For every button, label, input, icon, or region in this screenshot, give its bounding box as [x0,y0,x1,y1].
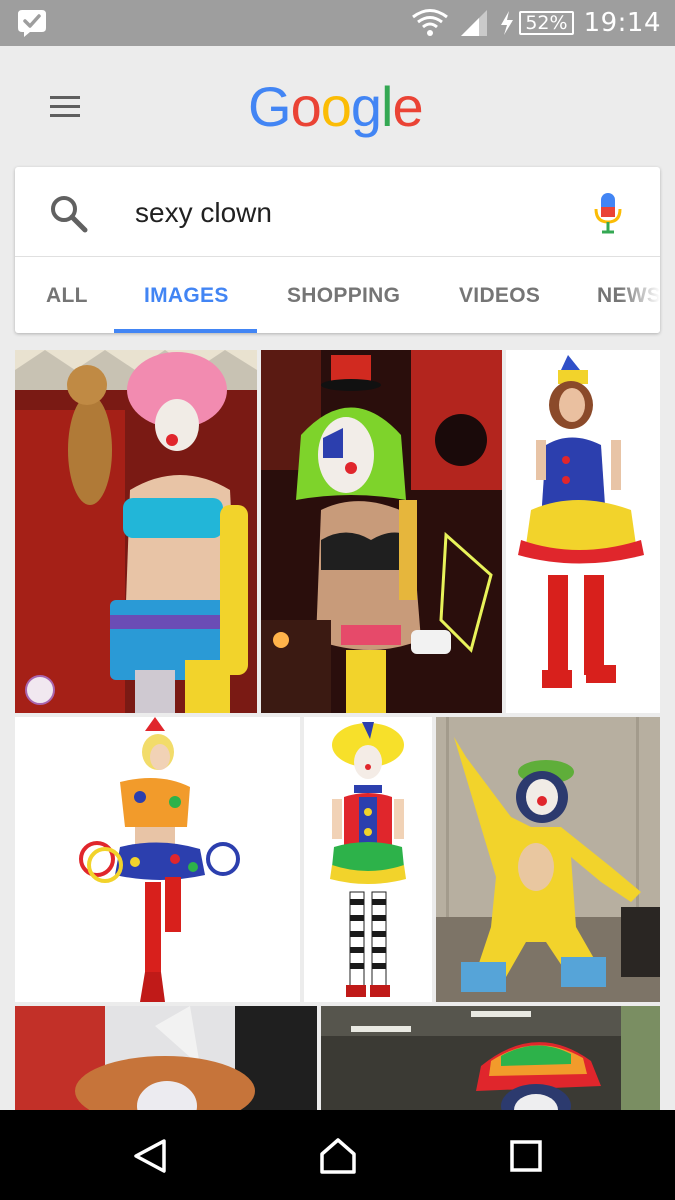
logo-letter: o [290,75,322,138]
screen: 52% 19:14 Google sexy clown ALL IMAGES S… [0,0,675,1200]
battery-percent: 52% [525,12,568,34]
back-icon[interactable] [130,1136,170,1176]
google-logo[interactable]: Google [248,74,424,139]
logo-letter: e [392,75,423,138]
charging-bolt-icon [501,11,514,35]
search-tabs: ALL IMAGES SHOPPING VIDEOS NEWS [15,257,660,333]
recents-icon[interactable] [506,1136,546,1176]
image-result[interactable] [15,350,257,713]
app-notification-icon [18,10,46,37]
image-result[interactable] [15,1006,317,1110]
tab-videos[interactable]: VIDEOS [459,257,540,333]
cell-signal-icon [461,10,488,36]
status-icons: 52% 19:14 [411,0,661,46]
status-bar: 52% 19:14 [0,0,675,46]
tab-all[interactable]: ALL [46,257,88,333]
active-tab-indicator [114,329,257,333]
battery-icon: 52% [519,11,574,35]
logo-letter: o [320,75,352,138]
logo-letter: l [381,75,393,138]
image-result[interactable] [261,350,502,713]
header: Google [0,46,675,166]
search-bar: sexy clown [15,167,660,257]
image-result[interactable] [321,1006,660,1110]
wifi-icon [412,9,449,36]
tab-scroll-fade [620,257,660,333]
menu-icon[interactable] [46,94,88,124]
microphone-icon[interactable] [593,191,623,235]
tab-shopping[interactable]: SHOPPING [287,257,400,333]
search-card: sexy clown ALL IMAGES SHOPPING VIDEOS NE… [15,167,660,333]
image-result[interactable] [506,350,660,713]
logo-letter: G [248,75,292,138]
home-icon[interactable] [318,1136,358,1176]
image-result[interactable] [304,717,432,1002]
tab-images[interactable]: IMAGES [144,257,229,333]
image-result[interactable] [15,717,300,1002]
search-icon[interactable] [49,194,89,234]
search-input[interactable]: sexy clown [135,195,575,231]
image-results-grid [0,350,675,1110]
battery-indicator: 52% [499,10,574,36]
image-result[interactable] [436,717,660,1002]
clock: 19:14 [583,8,661,38]
logo-letter: g [350,75,382,138]
navigation-bar [0,1110,675,1200]
